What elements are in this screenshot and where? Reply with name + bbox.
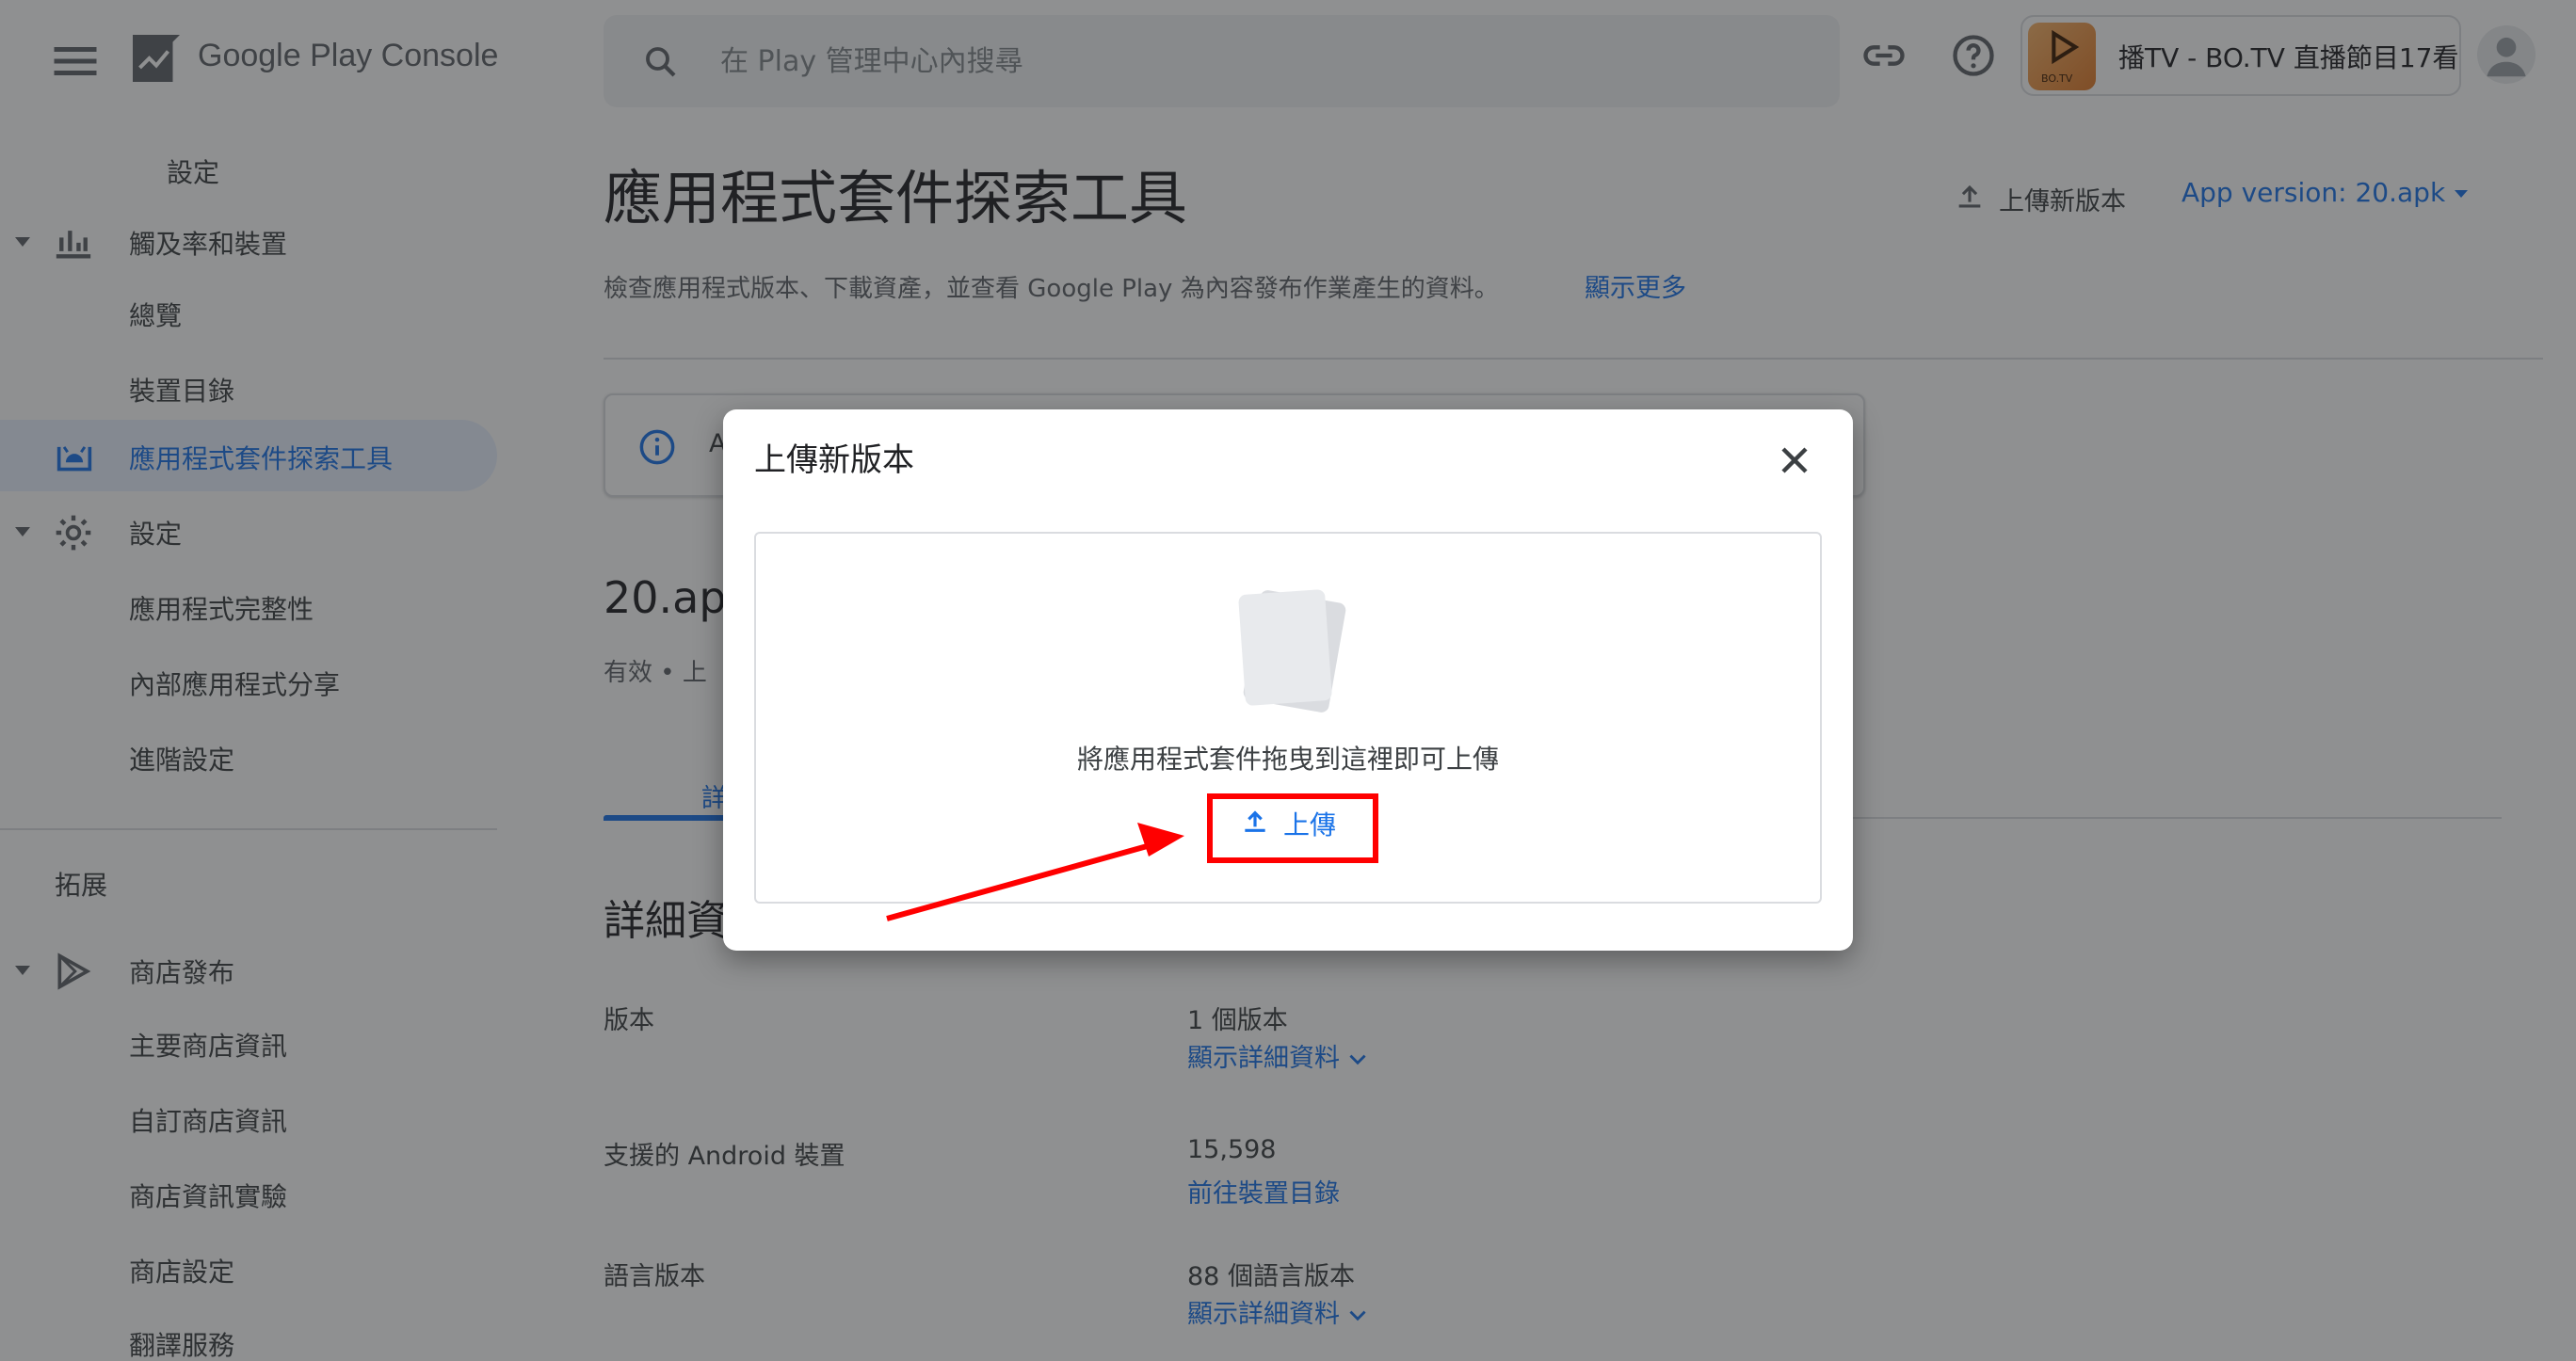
upload-new-version-dialog: 上傳新版本 將應用程式套件拖曳到這裡即可上傳 上傳 xyxy=(723,409,1853,951)
close-icon[interactable] xyxy=(1772,438,1817,483)
annotation-highlight-box xyxy=(1207,793,1378,863)
documents-icon xyxy=(1229,583,1351,714)
dialog-title: 上傳新版本 xyxy=(754,441,914,479)
drop-hint-text: 將應用程式套件拖曳到這裡即可上傳 xyxy=(1076,744,1499,775)
